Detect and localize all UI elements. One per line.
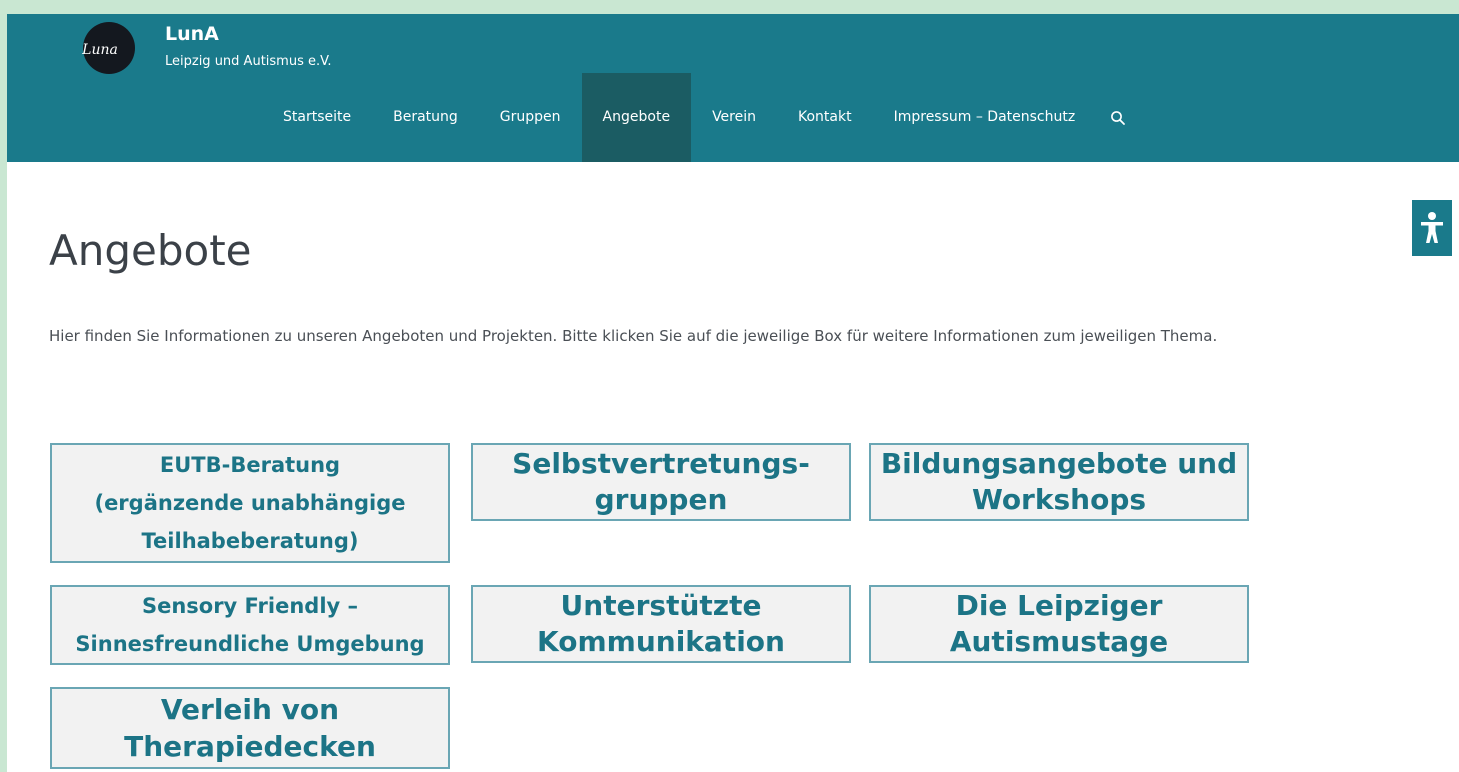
box-eutb-beratung[interactable]: EUTB-Beratung (ergänzende unabhängige Te… xyxy=(50,443,450,563)
search-icon[interactable] xyxy=(1096,73,1140,162)
box-eutb-beratung-label: EUTB-Beratung (ergänzende unabhängige Te… xyxy=(94,453,406,553)
nav-item-beratung[interactable]: Beratung xyxy=(372,73,479,162)
nav-item-gruppen[interactable]: Gruppen xyxy=(479,73,582,162)
box-verleih-therapiedecken-label: Verleih von Therapiedecken xyxy=(124,693,376,763)
page: Luna LunA Leipzig und Autismus e.V. Star… xyxy=(7,14,1459,772)
box-verleih-therapiedecken[interactable]: Verleih von Therapiedecken xyxy=(50,687,450,769)
box-sensory-friendly-label: Sensory Friendly – Sinnesfreundliche Umg… xyxy=(75,594,425,656)
box-leipziger-autismustage[interactable]: Die Leipziger Autismustage xyxy=(869,585,1249,663)
site-name[interactable]: LunA xyxy=(165,23,219,45)
nav-item-verein[interactable]: Verein xyxy=(691,73,777,162)
box-leipziger-autismustage-label: Die Leipziger Autismustage xyxy=(949,589,1169,658)
main-nav: Startseite Beratung Gruppen Angebote Ver… xyxy=(262,73,1140,162)
box-unterstuetzte-kommunikation-label: Unterstützte Kommunikation xyxy=(537,589,785,658)
nav-item-startseite[interactable]: Startseite xyxy=(262,73,372,162)
page-title: Angebote xyxy=(49,226,252,275)
site-header: Luna LunA Leipzig und Autismus e.V. Star… xyxy=(7,14,1459,162)
svg-text:Luna: Luna xyxy=(81,42,118,58)
box-selbstvertretungsgruppen[interactable]: Selbstvertretungs- gruppen xyxy=(471,443,851,521)
nav-item-angebote[interactable]: Angebote xyxy=(581,73,692,162)
site-tagline: Leipzig und Autismus e.V. xyxy=(165,54,332,69)
box-bildungsangebote-workshops[interactable]: Bildungsangebote und Workshops xyxy=(869,443,1249,521)
nav-item-impressum-datenschutz[interactable]: Impressum – Datenschutz xyxy=(873,73,1097,162)
box-sensory-friendly[interactable]: Sensory Friendly – Sinnesfreundliche Umg… xyxy=(50,585,450,665)
box-bildungsangebote-workshops-label: Bildungsangebote und Workshops xyxy=(880,447,1238,516)
box-selbstvertretungsgruppen-label: Selbstvertretungs- gruppen xyxy=(512,447,810,516)
nav-item-kontakt[interactable]: Kontakt xyxy=(777,73,873,162)
box-unterstuetzte-kommunikation[interactable]: Unterstützte Kommunikation xyxy=(471,585,851,663)
accessibility-icon[interactable] xyxy=(1412,200,1452,256)
intro-text: Hier finden Sie Informationen zu unseren… xyxy=(49,327,1218,345)
luna-logo[interactable]: Luna xyxy=(79,20,139,76)
